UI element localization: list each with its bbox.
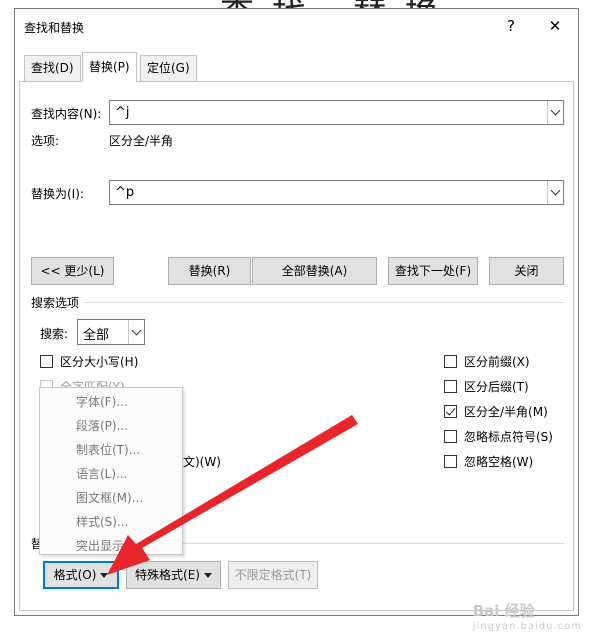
annotation-arrow [107,415,358,575]
watermark-title: Bai 经验 [472,602,535,620]
watermark-subtitle: jingyan.baidu.com [472,621,582,632]
watermark: Bai 经验 jingyan.baidu.com [473,600,582,632]
red-arrow-shape [107,415,358,575]
